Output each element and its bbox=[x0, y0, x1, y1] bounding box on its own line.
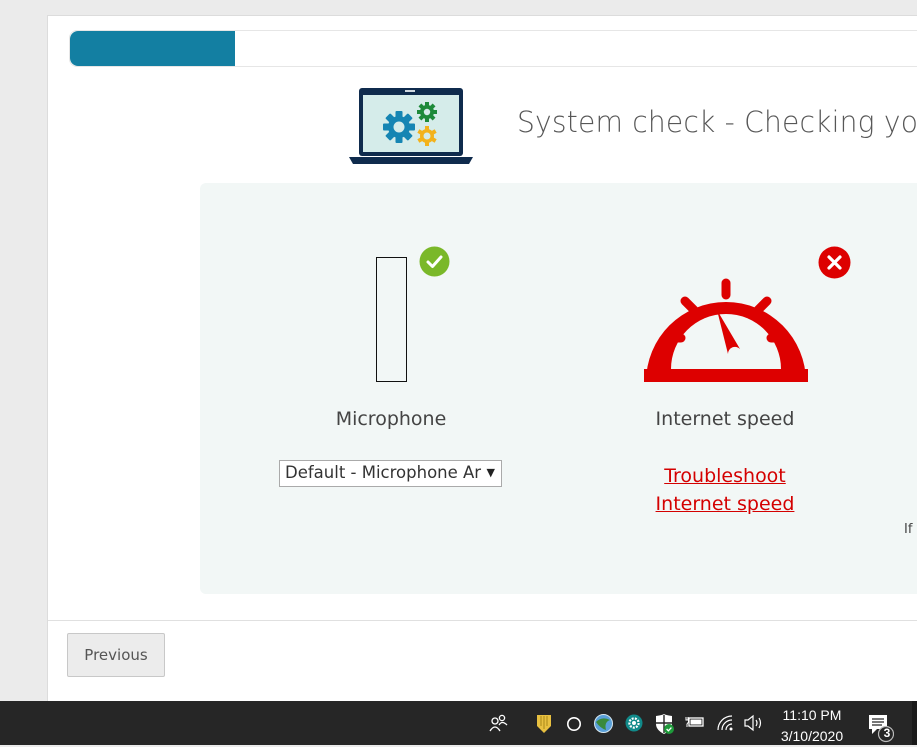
microphone-label: Microphone bbox=[335, 408, 447, 430]
shield-icon[interactable] bbox=[536, 714, 552, 734]
truncated-help-text: If y bbox=[904, 522, 917, 537]
windows-taskbar: 11:10 PM 3/10/2020 3 bbox=[0, 701, 917, 745]
check-ok-icon bbox=[419, 246, 450, 277]
clock-time: 11:10 PM bbox=[782, 707, 842, 723]
speedometer-icon bbox=[644, 278, 808, 382]
people-icon[interactable] bbox=[489, 714, 509, 732]
link-line-1: Troubleshoot bbox=[664, 465, 786, 487]
laptop-gears-icon bbox=[349, 88, 473, 164]
footer-divider bbox=[48, 620, 917, 621]
link-line-2: Internet speed bbox=[655, 493, 795, 515]
defender-shield-icon[interactable] bbox=[655, 714, 675, 735]
cortana-circle-icon[interactable] bbox=[566, 714, 582, 732]
previous-button[interactable]: Previous bbox=[67, 633, 165, 677]
microphone-device-select[interactable]: Default - Microphone Ar ▼ bbox=[279, 460, 502, 487]
page-title: System check - Checking your bbox=[517, 105, 917, 139]
volume-icon[interactable] bbox=[743, 714, 765, 732]
notification-count-badge: 3 bbox=[883, 726, 891, 740]
gear-app-icon[interactable] bbox=[625, 714, 643, 732]
check-failed-icon bbox=[818, 246, 851, 279]
wifi-icon[interactable] bbox=[716, 714, 734, 732]
show-desktop-button[interactable] bbox=[912, 701, 917, 745]
microphone-level-meter bbox=[376, 257, 407, 382]
system-check-page: System check - Checking your Microphone … bbox=[47, 15, 917, 703]
globe-app-icon[interactable] bbox=[594, 714, 613, 733]
clock-date: 3/10/2020 bbox=[780, 728, 844, 744]
dropdown-arrow-icon: ▼ bbox=[486, 466, 495, 479]
battery-icon[interactable] bbox=[685, 714, 705, 730]
progress-bar bbox=[69, 30, 917, 67]
checks-panel: Microphone Default - Microphone Ar ▼ Int… bbox=[200, 183, 917, 594]
progress-bar-fill bbox=[70, 31, 236, 66]
troubleshoot-internet-speed-link[interactable]: Troubleshoot Internet speed bbox=[634, 462, 816, 518]
microphone-device-value: Default - Microphone Ar bbox=[285, 463, 482, 482]
taskbar-clock[interactable]: 11:10 PM 3/10/2020 bbox=[772, 705, 852, 747]
internet-speed-label: Internet speed bbox=[655, 408, 795, 430]
